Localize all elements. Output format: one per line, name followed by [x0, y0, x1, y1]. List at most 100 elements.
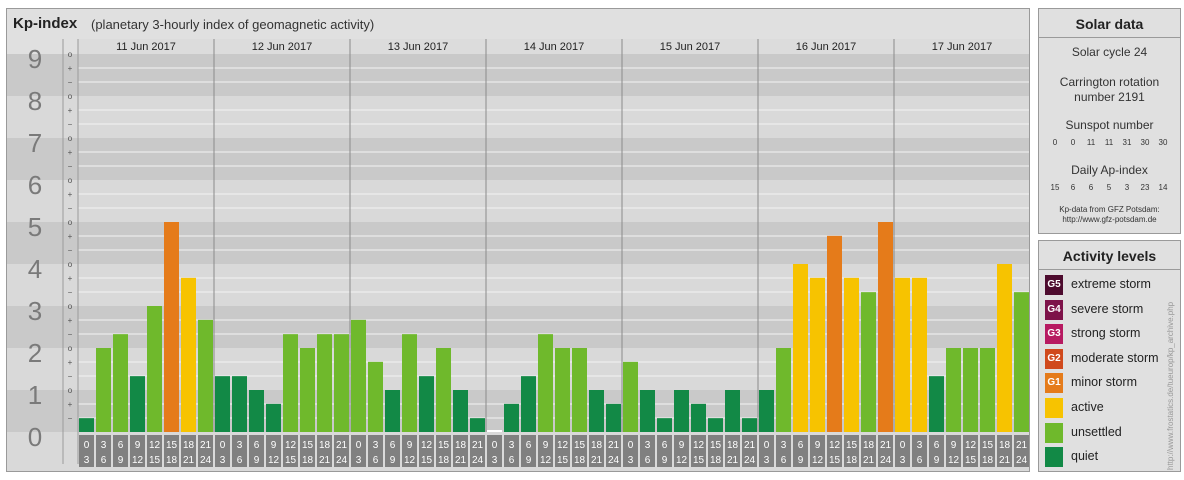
interval-start-label: 18	[727, 440, 739, 451]
interval-end-label: 18	[982, 455, 994, 466]
day-label: 11 Jun 2017	[116, 41, 176, 53]
interval-start-label: 15	[982, 440, 994, 451]
minor-mark: −	[68, 372, 73, 381]
kp-bar	[759, 390, 774, 432]
interval-start-label: 12	[693, 440, 705, 451]
interval-start-label: 0	[900, 440, 906, 451]
interval-end-label: 21	[319, 455, 331, 466]
interval-end-label: 6	[237, 455, 243, 466]
minor-mark: o	[68, 302, 73, 311]
sunspot-value: 30	[1140, 138, 1150, 147]
interval-start-label: 15	[302, 440, 314, 451]
interval-end-label: 18	[710, 455, 722, 466]
legend-swatch: G3	[1045, 324, 1063, 345]
legend-label: moderate storm	[1071, 350, 1159, 365]
minor-mark: o	[68, 176, 73, 185]
interval-end-label: 6	[917, 455, 923, 466]
kp-bar	[827, 235, 842, 432]
sunspot-value: 0	[1052, 138, 1058, 147]
y-tick-label: 5	[28, 212, 42, 242]
interval-start-label: 9	[679, 440, 685, 451]
interval-end-label: 9	[118, 455, 124, 466]
interval-start-label: 21	[1016, 440, 1028, 451]
interval-end-label: 12	[132, 455, 144, 466]
kp-bar	[198, 319, 213, 432]
kp-bar	[963, 348, 978, 432]
legend-label: extreme storm	[1071, 277, 1151, 291]
y-tick-label: 3	[28, 296, 42, 326]
minor-mark: o	[68, 50, 73, 59]
minor-mark: −	[68, 120, 73, 129]
interval-start-label: 15	[574, 440, 586, 451]
kp-bar	[742, 418, 757, 432]
kp-bar	[79, 418, 94, 432]
interval-end-label: 3	[492, 455, 498, 466]
kp-bar	[861, 292, 876, 432]
interval-end-label: 18	[166, 455, 178, 466]
legend-label: quiet	[1071, 449, 1099, 464]
interval-start-label: 12	[829, 440, 841, 451]
interval-start-label: 15	[166, 440, 178, 451]
kp-bar	[912, 277, 927, 432]
minor-mark: +	[68, 106, 73, 115]
interval-end-label: 3	[84, 455, 90, 466]
kp-bar	[606, 403, 621, 432]
interval-end-label: 12	[540, 455, 552, 466]
y-tick-label: 0	[28, 422, 42, 452]
kp-bar	[147, 306, 162, 432]
solar-data-panel: Solar data Solar cycle 24 Carrington rot…	[1038, 8, 1181, 234]
interval-end-label: 12	[676, 455, 688, 466]
ap-index-values: 15 6 6 5 3 23 14	[1047, 183, 1173, 195]
kp-band	[7, 138, 1029, 180]
minor-mark: −	[68, 246, 73, 255]
interval-start-label: 3	[373, 440, 379, 451]
activity-levels-title: Activity levels	[1039, 241, 1180, 270]
sunspot-value: 30	[1158, 138, 1168, 147]
interval-start-label: 6	[526, 440, 532, 451]
interval-start-label: 21	[336, 440, 348, 451]
kp-bar	[113, 334, 128, 432]
interval-start-label: 12	[557, 440, 569, 451]
kp-bar	[878, 222, 893, 432]
interval-start-label: 9	[543, 440, 549, 451]
day-label: 15 Jun 2017	[660, 41, 721, 53]
kp-bar	[844, 277, 859, 432]
ap-value: 15	[1050, 183, 1060, 192]
minor-mark: −	[68, 162, 73, 171]
kp-bar	[504, 403, 519, 432]
y-tick-label: 2	[28, 338, 42, 368]
minor-mark: −	[68, 204, 73, 213]
ap-value: 14	[1158, 183, 1168, 192]
data-credit: Kp-data from GFZ Potsdam:	[1059, 205, 1160, 214]
legend-label: active	[1071, 400, 1104, 414]
kp-bar	[538, 334, 553, 432]
minor-mark: +	[68, 274, 73, 283]
kp-bar	[164, 222, 179, 432]
interval-start-label: 21	[744, 440, 756, 451]
interval-end-label: 24	[1016, 455, 1028, 466]
legend-swatch: G4	[1045, 299, 1063, 320]
interval-end-label: 21	[999, 455, 1011, 466]
interval-start-label: 18	[455, 440, 467, 451]
interval-end-label: 15	[965, 455, 977, 466]
interval-start-label: 3	[509, 440, 515, 451]
kp-chart-panel: Kp-index (planetary 3-hourly index of ge…	[6, 8, 1030, 472]
interval-end-label: 12	[404, 455, 416, 466]
data-credit-url[interactable]: http://www.gfz-potsdam.de	[1039, 215, 1180, 225]
interval-end-label: 15	[693, 455, 705, 466]
interval-end-label: 9	[798, 455, 804, 466]
kp-bar	[589, 390, 604, 432]
kp-bar	[725, 390, 740, 432]
kp-bar	[929, 376, 944, 432]
interval-end-label: 12	[268, 455, 280, 466]
ap-value: 23	[1140, 183, 1150, 192]
kp-bar	[300, 348, 315, 432]
kp-bar	[946, 348, 961, 432]
interval-start-label: 0	[220, 440, 226, 451]
interval-start-label: 18	[999, 440, 1011, 451]
interval-start-label: 6	[934, 440, 940, 451]
interval-end-label: 24	[608, 455, 620, 466]
interval-start-label: 18	[591, 440, 603, 451]
interval-end-label: 3	[220, 455, 226, 466]
kp-bar	[334, 334, 349, 432]
